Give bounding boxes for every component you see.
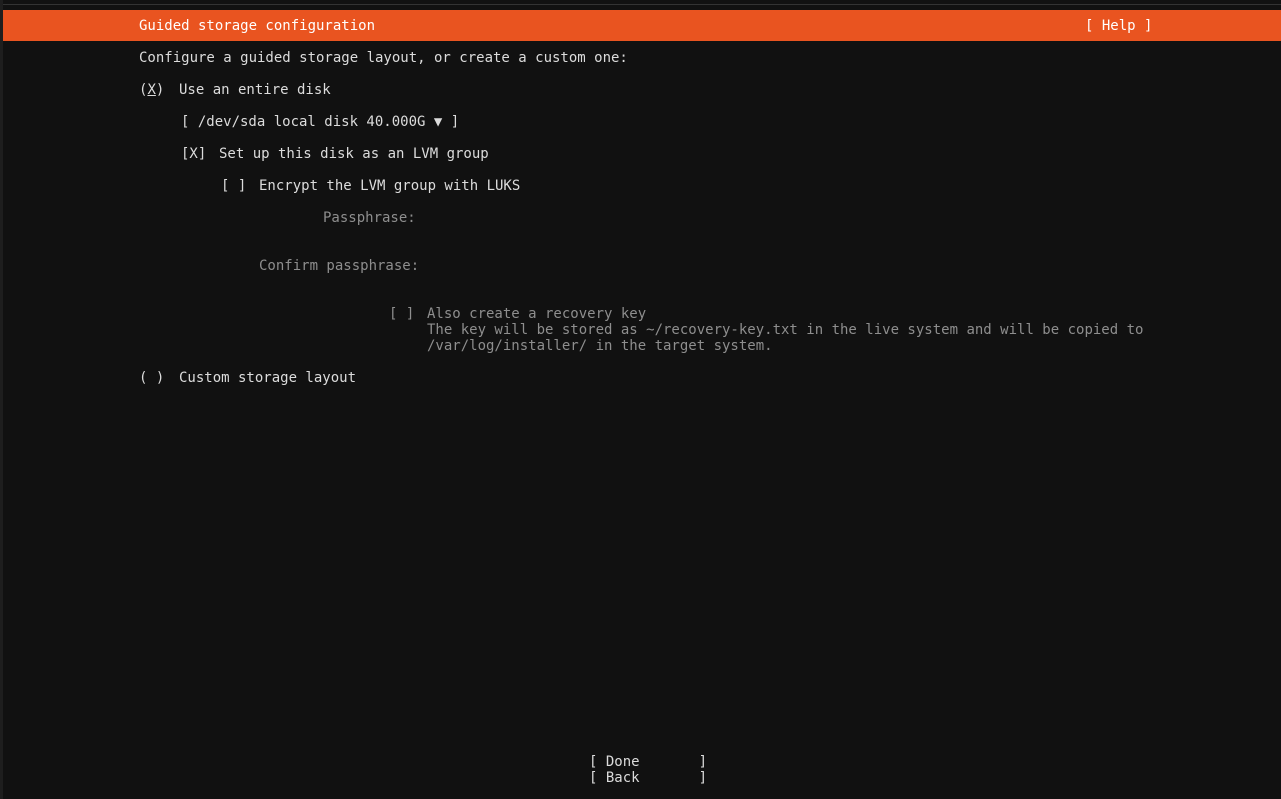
passphrase-label: Passphrase:	[323, 210, 416, 226]
radio-selected-mark: X	[147, 82, 156, 98]
confirm-passphrase-label: Confirm passphrase:	[259, 258, 420, 274]
help-button[interactable]: [ Help ]	[1085, 18, 1152, 34]
custom-layout-radio[interactable]: ( )	[139, 370, 164, 386]
left-border	[0, 0, 3, 799]
disk-select-dropdown[interactable]: [ /dev/sda local disk 40.000G ▼ ]	[181, 114, 459, 130]
back-button[interactable]: [ Back ]	[589, 770, 707, 786]
installer-screen: Guided storage configuration [ Help ] Co…	[0, 0, 1281, 799]
top-border	[0, 0, 1281, 5]
recovery-key-description-2: /var/log/installer/ in the target system…	[427, 338, 773, 354]
use-entire-disk-radio[interactable]: (X)	[139, 82, 164, 98]
recovery-key-description-1: The key will be stored as ~/recovery-key…	[427, 322, 1144, 338]
lvm-checkbox[interactable]: [X]	[181, 146, 206, 162]
recovery-key-checkbox[interactable]: [ ]	[389, 306, 414, 322]
use-entire-disk-label[interactable]: Use an entire disk	[179, 82, 331, 98]
encrypt-label[interactable]: Encrypt the LVM group with LUKS	[259, 178, 520, 194]
encrypt-checkbox[interactable]: [ ]	[221, 178, 246, 194]
done-button[interactable]: [ Done ]	[589, 754, 707, 770]
lvm-label[interactable]: Set up this disk as an LVM group	[219, 146, 489, 162]
intro-text: Configure a guided storage layout, or cr…	[139, 50, 628, 66]
page-title: Guided storage configuration	[139, 18, 376, 34]
radio-close: )	[155, 82, 165, 98]
recovery-key-label[interactable]: Also create a recovery key	[427, 306, 646, 322]
header-bar: Guided storage configuration [ Help ]	[3, 10, 1281, 41]
custom-layout-label[interactable]: Custom storage layout	[179, 370, 356, 386]
